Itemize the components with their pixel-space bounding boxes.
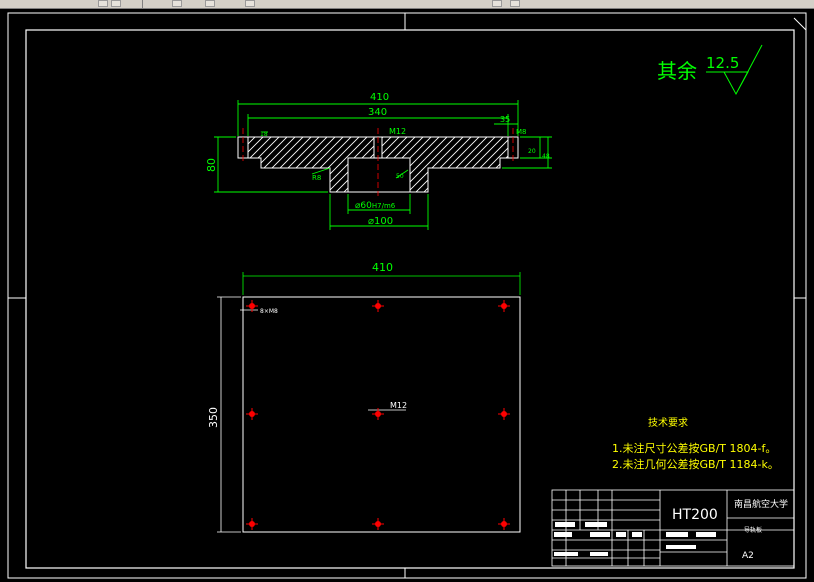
title-material: HT200 <box>672 507 718 523</box>
drawing-frame <box>25 29 795 569</box>
drawing-canvas[interactable]: 其余 12.5 410 340 M12 35 M8 18 20 48 50 R8… <box>0 9 814 582</box>
dim-hole-span: 340 <box>368 107 387 118</box>
hole-marker <box>498 518 510 530</box>
roughness-label: 其余 <box>657 59 697 83</box>
cad-toolbar <box>0 0 814 9</box>
dim-small-4: 50 <box>396 173 404 180</box>
plan-width: 410 <box>372 261 393 274</box>
lineweight-icon[interactable] <box>245 0 255 7</box>
properties-icon[interactable] <box>111 0 121 7</box>
hole-marker <box>498 408 510 420</box>
title-sheet-size: A2 <box>742 551 754 561</box>
toolbar-separator <box>142 0 143 8</box>
dim-thread-center: M12 <box>389 127 406 136</box>
tech-title: 技术要求 <box>648 416 688 429</box>
hole-markers <box>246 300 510 530</box>
technical-requirements: 技术要求 1.未注尺寸公差按GB/T 1804-f。 2.未注几何公差按GB/T… <box>612 416 779 471</box>
dim-small-3: 48 <box>542 153 550 160</box>
hole-marker <box>372 300 384 312</box>
plan-hole-callout: 8×M8 <box>260 308 278 315</box>
dim-thread-side: M8 <box>516 128 527 136</box>
hole-marker <box>498 300 510 312</box>
tech-line-1: 1.未注尺寸公差按GB/T 1804-f。 <box>612 441 776 455</box>
dim-35: 35 <box>500 115 510 124</box>
plan-height: 350 <box>207 407 220 428</box>
plan-center-thread: M12 <box>390 401 407 410</box>
title-school: 南昌航空大学 <box>734 498 788 510</box>
title-block-fill: HT200 南昌航空大学 导轨板 A2 <box>554 498 788 561</box>
dim-chamfer: R8 <box>312 174 321 182</box>
dim-height: 80 <box>205 158 218 172</box>
plot-icon[interactable] <box>492 0 502 7</box>
layer-icon[interactable] <box>98 0 108 7</box>
dim-small-2: 20 <box>528 148 536 155</box>
sheet-border <box>7 12 807 579</box>
section-view <box>237 128 519 196</box>
render-icon[interactable] <box>510 0 520 7</box>
frame-corner-mark <box>793 17 807 31</box>
roughness-value: 12.5 <box>706 54 739 72</box>
hole-marker <box>246 518 258 530</box>
color-icon[interactable] <box>172 0 182 7</box>
linetype-icon[interactable] <box>205 0 215 7</box>
roughness-symbol: 其余 12.5 <box>657 44 763 96</box>
dim-small-1: 18 <box>260 131 268 138</box>
dim-bore-fit: ⌀60H7/m6 <box>355 201 396 211</box>
hole-marker <box>246 408 258 420</box>
tech-line-2: 2.未注几何公差按GB/T 1184-k。 <box>612 457 779 471</box>
plan-view: 410 350 8×M8 M12 <box>207 261 521 533</box>
title-part-name: 导轨板 <box>744 526 762 534</box>
dim-overall-width: 410 <box>370 92 389 103</box>
dim-boss-dia: ⌀100 <box>368 216 393 227</box>
hole-marker <box>372 518 384 530</box>
